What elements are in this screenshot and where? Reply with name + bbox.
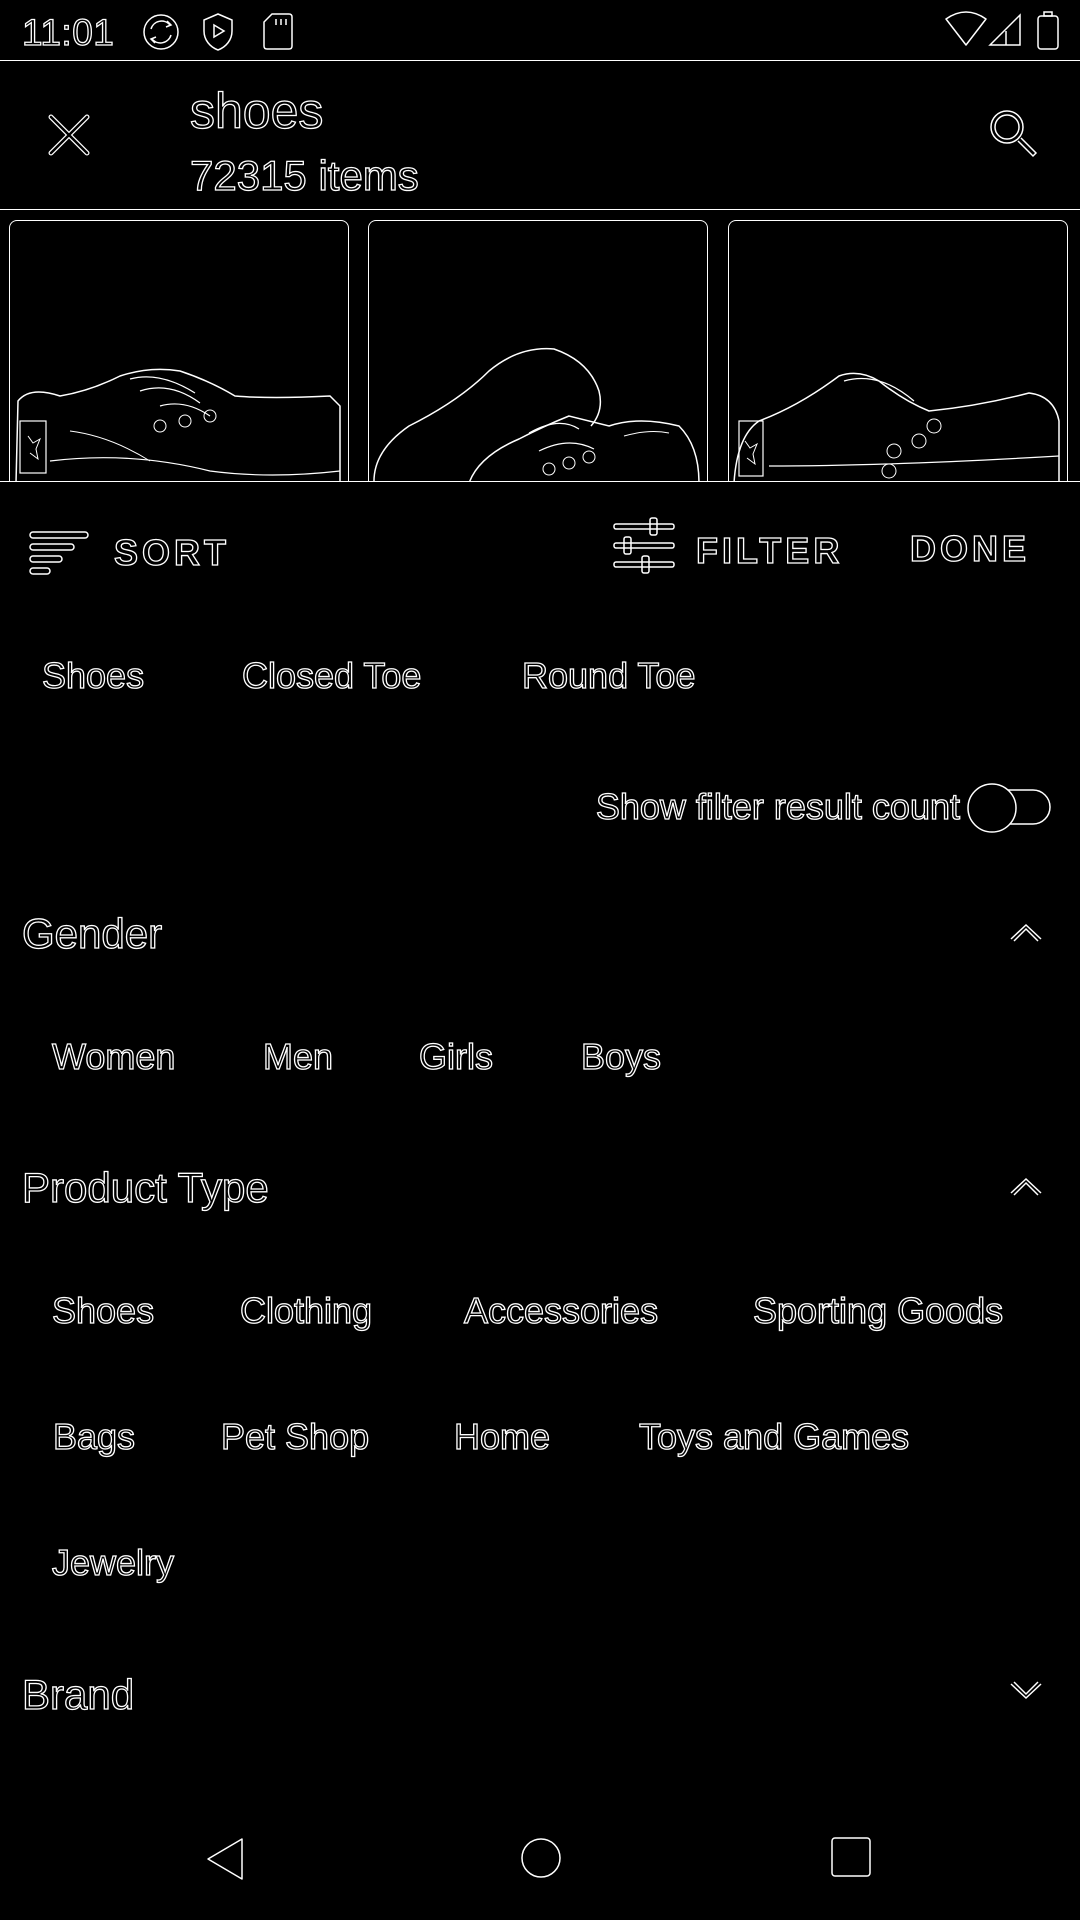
chevron-down-icon[interactable]: [1008, 1681, 1044, 1703]
product-type-option[interactable]: Shoes: [51, 1289, 154, 1332]
section-header-brand[interactable]: Brand: [21, 1670, 134, 1719]
product-thumbnail[interactable]: [368, 220, 708, 482]
product-type-option[interactable]: Jewelry: [51, 1541, 174, 1584]
product-type-option[interactable]: Toys and Games: [638, 1415, 909, 1458]
product-thumbnail-strip: [0, 220, 1080, 482]
filter-sliders-icon: [613, 517, 675, 574]
gender-option[interactable]: Girls: [418, 1035, 493, 1078]
search-header: shoes 72315 items: [0, 62, 1080, 210]
close-icon[interactable]: [46, 112, 92, 158]
product-type-option[interactable]: Accessories: [463, 1289, 658, 1332]
wifi-icon: [945, 11, 987, 46]
result-count: 72315 items: [189, 151, 419, 199]
shoe-image: [733, 372, 1060, 482]
gender-option[interactable]: Men: [262, 1035, 333, 1078]
chevron-up-icon[interactable]: [1008, 1174, 1044, 1196]
sort-filter-bar: SORT FILTER DONE: [0, 500, 1080, 600]
product-thumbnail[interactable]: [728, 220, 1068, 482]
product-type-option[interactable]: Pet Shop: [220, 1415, 369, 1458]
battery-icon: [1037, 11, 1059, 50]
product-thumbnail[interactable]: [9, 220, 349, 482]
product-type-option[interactable]: Home: [453, 1415, 550, 1458]
sort-label: SORT: [113, 531, 231, 573]
play-protect-icon: [203, 13, 233, 51]
sync-icon: [143, 14, 179, 50]
filter-count-toggle-row: Show filter result count: [0, 780, 1080, 833]
filter-label: FILTER: [695, 529, 844, 571]
result-count-toggle[interactable]: [962, 780, 1052, 836]
search-icon[interactable]: [985, 105, 1041, 161]
product-type-option[interactable]: Clothing: [239, 1289, 372, 1332]
product-type-option[interactable]: Bags: [52, 1415, 135, 1458]
home-icon[interactable]: [519, 1836, 563, 1880]
product-type-option[interactable]: Sporting Goods: [752, 1289, 1003, 1332]
status-bar: 11:01: [0, 0, 1080, 61]
section-header-gender[interactable]: Gender: [21, 909, 162, 958]
applied-filter-chip[interactable]: Shoes: [41, 654, 144, 697]
sort-icon: [29, 531, 89, 575]
section-header-product-type[interactable]: Product Type: [21, 1163, 269, 1212]
sd-card-icon: [263, 13, 293, 50]
gender-option[interactable]: Women: [51, 1035, 176, 1078]
toggle-label: Show filter result count: [595, 785, 960, 827]
system-navigation-bar: [0, 1800, 1080, 1920]
shoe-image: [373, 347, 700, 482]
gender-option[interactable]: Boys: [580, 1035, 661, 1078]
cell-signal-icon: [988, 13, 1021, 46]
done-button[interactable]: DONE: [909, 527, 1030, 570]
search-query[interactable]: shoes: [189, 82, 324, 140]
chevron-up-icon[interactable]: [1008, 920, 1044, 942]
back-icon[interactable]: [204, 1836, 246, 1882]
recents-icon[interactable]: [830, 1836, 872, 1878]
status-time: 11:01: [21, 11, 115, 53]
shoe-image: [15, 368, 341, 482]
applied-filter-chip[interactable]: Round Toe: [521, 654, 696, 697]
applied-filter-chip[interactable]: Closed Toe: [241, 654, 422, 697]
